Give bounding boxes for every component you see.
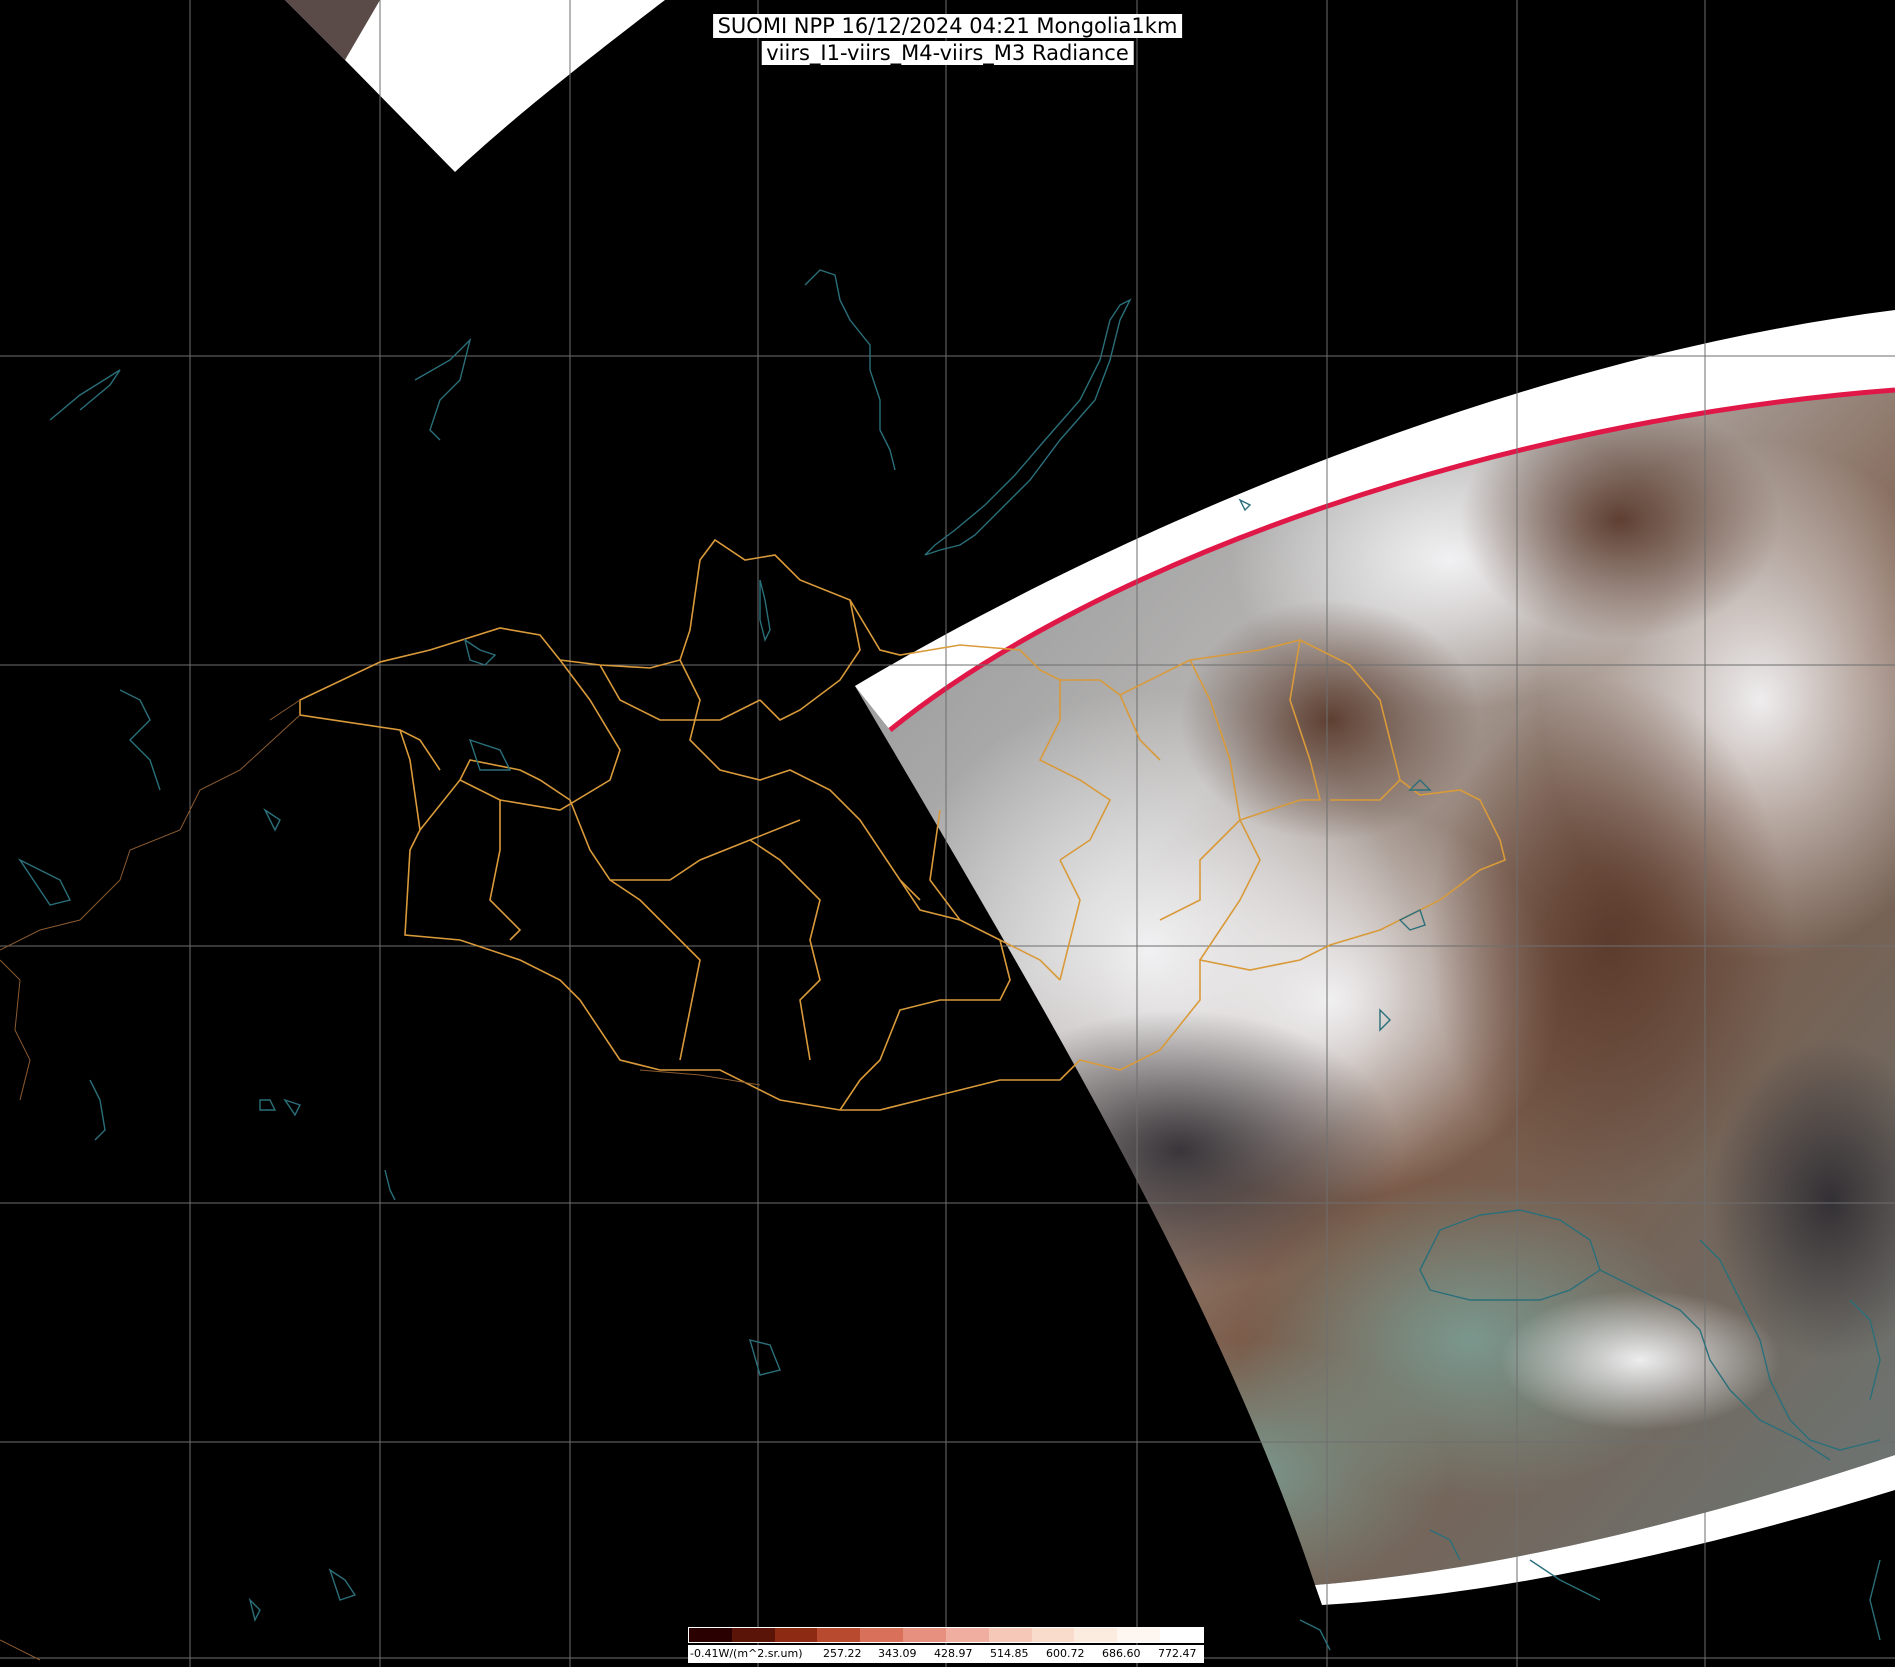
colorbar-tick: 600.72 <box>1046 1647 1085 1660</box>
colorbar-unit-label: -0.41W/(m^2.sr.um) <box>690 1647 803 1660</box>
colorbar-tick: 343.09 <box>878 1647 917 1660</box>
colorbar-tick: 514.85 <box>990 1647 1029 1660</box>
river-yenisei <box>804 269 896 471</box>
colorbar-swatch <box>1117 1628 1161 1642</box>
colorbar-swatch <box>731 1628 775 1642</box>
colorbar-swatch <box>1160 1628 1203 1642</box>
lake-baikal <box>924 298 1132 556</box>
colorbar-tick: 428.97 <box>934 1647 973 1660</box>
colorbar-swatch <box>945 1628 989 1642</box>
colorbar-legend: -0.41W/(m^2.sr.um) 257.22 343.09 428.97 … <box>688 1627 1204 1667</box>
colorbar-tick: 686.60 <box>1102 1647 1141 1660</box>
image-title: SUOMI NPP 16/12/2024 04:21 Mongolia1km <box>712 14 1183 38</box>
satellite-swath-image <box>855 390 1895 1585</box>
colorbar-swatch <box>860 1628 904 1642</box>
colorbar-swatch <box>774 1628 818 1642</box>
colorbar-tick: 772.47 <box>1158 1647 1197 1660</box>
map-canvas <box>0 0 1895 1667</box>
colorbar-tick: 257.22 <box>823 1647 862 1660</box>
colorbar-swatch <box>689 1628 732 1642</box>
colorbar-labels: -0.41W/(m^2.sr.um) 257.22 343.09 428.97 … <box>688 1645 1204 1663</box>
colorbar-swatch <box>1031 1628 1075 1642</box>
colorbar-ramp <box>688 1627 1204 1643</box>
colorbar-swatch <box>903 1628 946 1642</box>
colorbar-swatch <box>817 1628 861 1642</box>
colorbar-swatch <box>988 1628 1032 1642</box>
image-subtitle: viirs_I1-viirs_M4-viirs_M3 Radiance <box>761 41 1134 65</box>
colorbar-swatch <box>1074 1628 1118 1642</box>
satellite-map-view: SUOMI NPP 16/12/2024 04:21 Mongolia1km v… <box>0 0 1895 1667</box>
